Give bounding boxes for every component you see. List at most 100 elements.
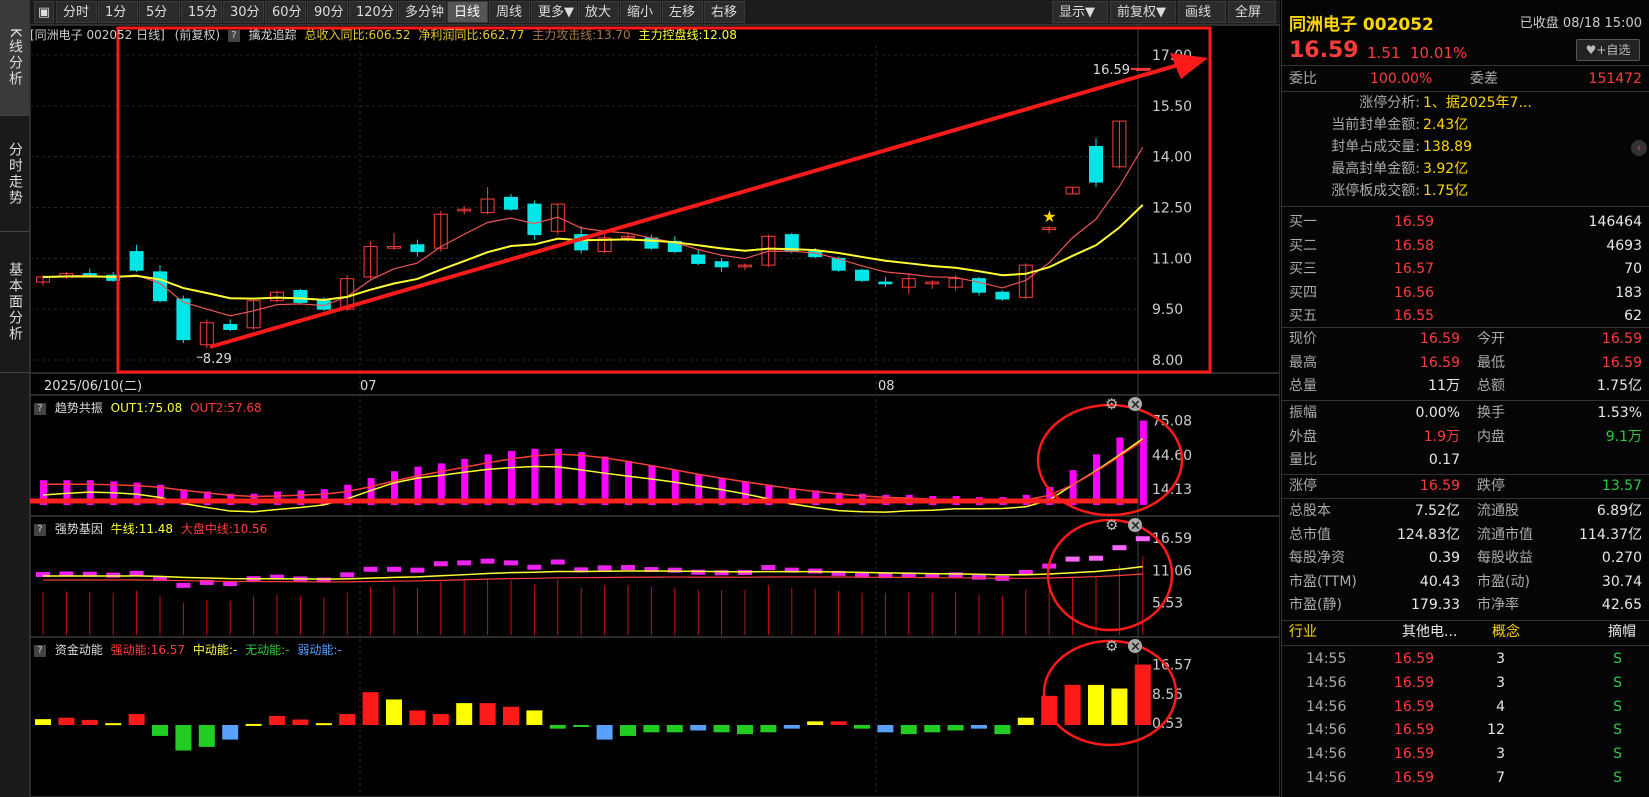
candle-body: [176, 298, 191, 341]
tick-row: 14:55 16.59 3 S: [1282, 648, 1649, 671]
help-icon[interactable]: ?: [34, 523, 46, 536]
stock-name: 同洲电子 002052: [1289, 15, 1434, 35]
tab-intraday-trend[interactable]: 分时走势: [0, 116, 29, 232]
toolbar-btn-multi-min[interactable]: 多分钟: [398, 1, 446, 23]
momentum-bar: [479, 703, 496, 725]
toolbar-btn-intraday[interactable]: 分时: [56, 1, 97, 23]
toolbar-btn-60min[interactable]: 60分: [265, 1, 306, 23]
momentum-bar: [503, 706, 519, 725]
limit-info-value: 1.75亿: [1423, 183, 1469, 199]
bid-label: 买三: [1289, 261, 1317, 277]
layout-icon[interactable]: ▣: [34, 1, 54, 23]
toolbar-btn-zoom-out[interactable]: 缩小: [620, 1, 661, 23]
gene-mark: [667, 567, 682, 573]
tick-price: 16.59: [1394, 651, 1435, 667]
gene-mark: [621, 565, 635, 571]
weicha-label: 委差: [1470, 71, 1498, 87]
tick-time: 14:55: [1306, 651, 1347, 667]
panel4-strong: 强动能:16.57: [110, 643, 186, 657]
tick-row: 14:56 16.59 4 S: [1282, 696, 1649, 719]
tick-side: S: [1613, 770, 1622, 786]
momentum-bar: [783, 725, 800, 729]
help-icon[interactable]: ?: [34, 402, 46, 415]
chart-area[interactable]: 17.0015.5014.0012.5011.009.508.002025/06…: [30, 25, 1280, 797]
toolbar-btn-30min[interactable]: 30分: [223, 1, 264, 23]
concept-label[interactable]: 概念: [1492, 621, 1520, 644]
tab-fundamental-analysis[interactable]: 基本面分析: [0, 232, 29, 373]
toolbar-btn-more[interactable]: 更多▼: [531, 1, 577, 23]
tick-time: 14:56: [1306, 674, 1347, 691]
toolbar-btn-120min[interactable]: 120分: [349, 1, 397, 23]
stat-label: 内盘: [1477, 428, 1505, 445]
toolbar-btn-5min[interactable]: 5分: [139, 1, 180, 23]
stat-row: 市盈(TTM) 40.43 市盈(动) 30.74: [1282, 571, 1649, 594]
candle-body: [855, 269, 869, 281]
adjust-mode: (前复权): [174, 28, 221, 42]
tick-volume: 12: [1487, 722, 1505, 739]
candle-body: [293, 290, 308, 303]
toolbar-btn-move-right[interactable]: 右移: [704, 1, 745, 23]
help-icon[interactable]: ?: [34, 644, 46, 657]
tick-side: S: [1613, 674, 1622, 691]
industry-value[interactable]: 其他电...: [1402, 621, 1457, 644]
stat-value: 0.17: [1428, 452, 1460, 468]
close-icon-glyph: ×: [1130, 519, 1141, 534]
toolbar-btn-draw[interactable]: 画线: [1178, 1, 1226, 23]
gene-mark: [129, 570, 144, 576]
toolbar-btn-1min[interactable]: 1分: [98, 1, 138, 23]
stat-label: 涨停: [1289, 478, 1317, 494]
indicator-name[interactable]: 擒龙追踪: [249, 28, 297, 42]
stat-value: 42.65: [1601, 597, 1642, 613]
momentum-bar: [690, 725, 707, 731]
stat-value: 16.59: [1419, 354, 1460, 371]
stat-row: 每股净资 0.39 每股收益 0.270: [1282, 547, 1649, 570]
stat-value: 1.53%: [1597, 405, 1642, 421]
panel2-out2: OUT2:57.68: [190, 401, 262, 415]
stat-label: 跌停: [1477, 478, 1505, 494]
toolbar-btn-90min[interactable]: 90分: [307, 1, 348, 23]
toolbar-btn-fullscreen[interactable]: 全屏: [1228, 1, 1276, 23]
stat-row: 总股本 7.52亿 流通股 6.89亿: [1282, 500, 1649, 523]
momentum-bar: [994, 725, 1011, 735]
momentum-bar: [971, 725, 987, 729]
momentum-bar: [456, 703, 473, 725]
tick-row: 14:56 16.59 7 S: [1282, 767, 1649, 790]
gear-icon: ⚙: [1105, 395, 1118, 413]
stat-value: 0.00%: [1415, 405, 1460, 421]
panel2-name[interactable]: 趋势共振: [55, 401, 103, 415]
stat-row: 最高 16.59 最低 16.59: [1282, 352, 1649, 375]
tick-price: 16.59: [1394, 722, 1435, 739]
toolbar-btn-15min[interactable]: 15分: [181, 1, 222, 23]
limit-info-row: 涨停分析: 1、据2025年7...: [1282, 92, 1649, 115]
summary-tag[interactable]: 摘帽: [1608, 621, 1636, 644]
tab-kline-analysis[interactable]: K线分析: [0, 0, 29, 116]
close-icon-glyph: ×: [1130, 398, 1141, 413]
tick-price: 16.59: [1394, 746, 1435, 763]
panel3-name[interactable]: 强势基因: [55, 522, 103, 536]
market-status: 已收盘 08/18 15:00: [1519, 16, 1642, 31]
stat-value: 0.39: [1428, 550, 1460, 566]
bid-price: 16.57: [1394, 261, 1435, 277]
toolbar-btn-move-left[interactable]: 左移: [662, 1, 703, 23]
help-icon[interactable]: ?: [227, 29, 240, 42]
gene-mark: [691, 569, 706, 575]
toolbar-btn-daily[interactable]: 日线: [447, 1, 488, 23]
gear-icon: ⚙: [1105, 637, 1118, 655]
panel3-bull-line: 牛线:11.48: [110, 522, 174, 536]
panel4-name[interactable]: 资金动能: [55, 643, 103, 657]
trend-bar: [601, 456, 609, 505]
stat-value: 30.74: [1601, 573, 1642, 590]
stat-label: 市净率: [1477, 597, 1519, 613]
momentum-bar: [666, 725, 683, 733]
tick-volume: 3: [1496, 651, 1505, 667]
toolbar-btn-zoom-in[interactable]: 放大: [578, 1, 619, 23]
stat-label: 每股收益: [1477, 550, 1533, 566]
trend-bar: [1116, 437, 1124, 505]
toolbar-btn-display[interactable]: 显示▼: [1052, 1, 1108, 23]
add-favorite-button[interactable]: ♥+自选: [1576, 39, 1640, 61]
tick-side: S: [1613, 746, 1622, 763]
toolbar-btn-adjust[interactable]: 前复权▼: [1110, 1, 1176, 23]
toolbar-btn-weekly[interactable]: 周线: [489, 1, 530, 23]
collapse-arrow-icon[interactable]: ‹: [1631, 140, 1647, 156]
gene-mark: [597, 565, 612, 571]
